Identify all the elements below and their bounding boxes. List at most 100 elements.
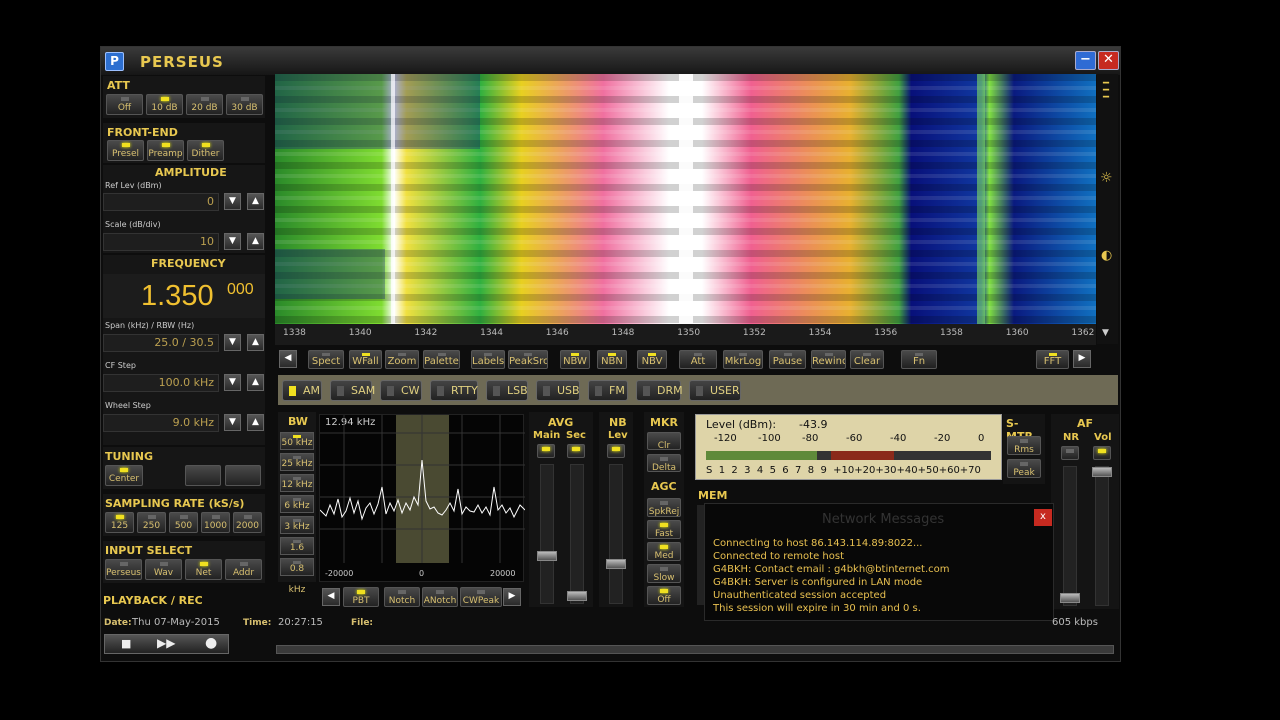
contrast-slider-icon[interactable]: ━ ━ ━ [1103, 79, 1113, 103]
sample-rate-1000-button[interactable]: 1000 [201, 512, 230, 533]
mode-drm-button[interactable]: DRM [636, 380, 683, 401]
filter-anotch-button[interactable]: ANotch [422, 587, 458, 607]
agc-fast-button[interactable]: Fast [647, 520, 681, 539]
filter-right-arrow-icon[interactable]: ▶ [503, 588, 521, 606]
slider-knob[interactable] [567, 591, 587, 601]
bw-1-6-khz-button[interactable]: 1.6 kHz [280, 537, 314, 574]
network-messages-close-button[interactable]: x [1034, 509, 1052, 526]
mode-lsb-button[interactable]: LSB [486, 380, 528, 401]
toolbar-nbn-button[interactable]: NBN [597, 350, 627, 369]
toolbar-fft-button[interactable]: FFT [1036, 350, 1069, 369]
wheel-down-arrow-icon[interactable]: ▼ [224, 414, 241, 431]
slider-knob[interactable] [606, 559, 626, 569]
filter-left-arrow-icon[interactable]: ◀ [322, 588, 340, 606]
avg-main-slider[interactable] [537, 464, 557, 604]
mode-usb-button[interactable]: USB [536, 380, 580, 401]
att-off-button[interactable]: Off [106, 94, 143, 115]
avg-main-toggle[interactable] [537, 444, 555, 458]
filter-pbt-button[interactable]: PBT [343, 587, 379, 607]
bw-25-khz-button[interactable]: 25 kHz [280, 453, 314, 471]
scale-down-arrow-icon[interactable]: ▼ [224, 233, 241, 250]
scale-field[interactable]: 10 [103, 233, 219, 251]
ref-up-arrow-icon[interactable]: ▲ [247, 193, 264, 210]
scale-up-arrow-icon[interactable]: ▲ [247, 233, 264, 250]
bw-50-khz-button[interactable]: 50 kHz [280, 432, 314, 450]
sample-rate-2000-button[interactable]: 2000 [233, 512, 262, 533]
att-30-db-button[interactable]: 30 dB [226, 94, 263, 115]
toolbar-fn-button[interactable]: Fn [901, 350, 937, 369]
stop-icon[interactable]: ■ [121, 637, 131, 650]
toolbar-rewind-button[interactable]: Rewind [811, 350, 846, 369]
input-net-button[interactable]: Net [185, 559, 222, 580]
toolbar-mkrlog-button[interactable]: MkrLog [723, 350, 763, 369]
toolbar-att-button[interactable]: Att [679, 350, 717, 369]
ref-down-arrow-icon[interactable]: ▼ [224, 193, 241, 210]
sample-rate-125-button[interactable]: 125 [105, 512, 134, 533]
bw-spectrum[interactable]: 12.94 kHz -20000 0 20000 [319, 414, 525, 582]
avg-sec-toggle[interactable] [567, 444, 585, 458]
bw-0-8-khz-button[interactable]: 0.8 kHz [280, 558, 314, 595]
slider-knob[interactable] [1092, 467, 1112, 477]
agc-spkrej-button[interactable]: SpkRej [647, 498, 681, 517]
nb-toggle[interactable] [607, 444, 625, 458]
att-20-db-button[interactable]: 20 dB [186, 94, 223, 115]
brightness-icon[interactable]: ☼ [1100, 170, 1113, 186]
toolbar-right-arrow-icon[interactable]: ▶ [1073, 350, 1091, 368]
slider-knob[interactable] [537, 551, 557, 561]
toolbar-palette-button[interactable]: Palette [423, 350, 460, 369]
scroll-down-icon[interactable]: ▼ [1102, 328, 1109, 338]
att-10-db-button[interactable]: 10 dB [146, 94, 183, 115]
frontend-presel-button[interactable]: Presel [107, 140, 144, 161]
tuning-option-button-1[interactable] [185, 465, 221, 486]
vol-toggle[interactable] [1093, 446, 1111, 460]
playback-progress[interactable] [276, 645, 1114, 654]
play-icon[interactable]: ▶▶ [157, 636, 175, 650]
input-wav-button[interactable]: Wav [145, 559, 182, 580]
nr-slider[interactable] [1060, 466, 1080, 606]
nr-toggle[interactable] [1061, 446, 1079, 460]
contrast-icon[interactable]: ◐ [1101, 248, 1112, 263]
tuning-option-button-2[interactable] [225, 465, 261, 486]
bw-12-khz-button[interactable]: 12 kHz [280, 474, 314, 492]
agc-med-button[interactable]: Med [647, 542, 681, 561]
agc-slow-button[interactable]: Slow [647, 564, 681, 583]
mode-rtty-button[interactable]: RTTY [430, 380, 478, 401]
avg-sec-slider[interactable] [567, 464, 587, 604]
filter-cwpeak-button[interactable]: CWPeak [460, 587, 502, 607]
sample-rate-250-button[interactable]: 250 [137, 512, 166, 533]
record-icon[interactable]: ● [205, 635, 217, 651]
mode-am-button[interactable]: AM [282, 380, 322, 401]
s-meter-peak-button[interactable]: Peak [1007, 459, 1041, 478]
mkr-delta-button[interactable]: Delta [647, 454, 681, 472]
frontend-preamp-button[interactable]: Preamp [147, 140, 184, 161]
input-perseus-button[interactable]: Perseus [105, 559, 142, 580]
mode-sam-button[interactable]: SAM [330, 380, 375, 401]
wheel-up-arrow-icon[interactable]: ▲ [247, 414, 264, 431]
mkr-clr-button[interactable]: Clr [647, 432, 681, 450]
mode-fm-button[interactable]: FM [588, 380, 628, 401]
volume-slider[interactable] [1092, 466, 1112, 606]
cf-down-arrow-icon[interactable]: ▼ [224, 374, 241, 391]
toolbar-spect-button[interactable]: Spect [308, 350, 344, 369]
bw-3-khz-button[interactable]: 3 kHz [280, 516, 314, 534]
wheel-step-field[interactable]: 9.0 kHz [103, 414, 219, 432]
filter-notch-button[interactable]: Notch [384, 587, 420, 607]
toolbar-wfall-button[interactable]: WFall [349, 350, 382, 369]
toolbar-clear-button[interactable]: Clear [850, 350, 884, 369]
span-down-arrow-icon[interactable]: ▼ [224, 334, 241, 351]
agc-off-button[interactable]: Off [647, 586, 681, 605]
slider-knob[interactable] [1060, 593, 1080, 603]
tuning-center-button[interactable]: Center [105, 465, 143, 486]
ref-level-field[interactable]: 0 [103, 193, 219, 211]
mode-user-button[interactable]: USER [689, 380, 741, 401]
frequency-display[interactable]: 1.350 000 [103, 274, 265, 318]
app-logo-icon[interactable]: P [105, 52, 124, 71]
toolbar-peaksrc-button[interactable]: PeakSrc [508, 350, 548, 369]
span-field[interactable]: 25.0 / 30.5 [103, 334, 219, 352]
toolbar-nbv-button[interactable]: NBV [637, 350, 667, 369]
minimize-button[interactable]: − [1075, 51, 1096, 70]
cf-up-arrow-icon[interactable]: ▲ [247, 374, 264, 391]
bw-6-khz-button[interactable]: 6 kHz [280, 495, 314, 513]
toolbar-left-arrow-icon[interactable]: ◀ [279, 350, 297, 368]
toolbar-labels-button[interactable]: Labels [471, 350, 505, 369]
